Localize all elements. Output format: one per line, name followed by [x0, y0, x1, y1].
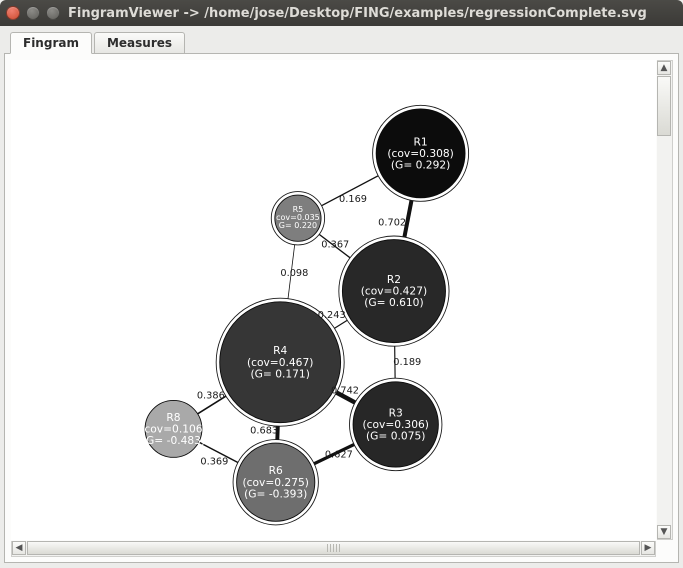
- client-area: Fingram Measures R1(cov=0.308)(G= 0.292)…: [0, 26, 683, 568]
- scroll-right-icon[interactable]: ▶: [641, 541, 655, 555]
- minimize-icon[interactable]: [26, 6, 40, 20]
- node-R4-label2: (G= 0.171): [250, 367, 309, 380]
- edge-label-R1-R2: 0.702: [378, 217, 406, 228]
- edge-label-R5-R4: 0.098: [280, 268, 308, 279]
- node-R1[interactable]: R1(cov=0.308)(G= 0.292): [373, 105, 469, 201]
- maximize-icon[interactable]: [46, 6, 60, 20]
- vscroll-thumb[interactable]: [657, 76, 671, 136]
- edge-label-R4-R8: 0.386: [197, 391, 225, 402]
- vertical-scrollbar[interactable]: ▲ ▼: [657, 60, 673, 540]
- tab-fingram[interactable]: Fingram: [10, 32, 92, 54]
- edge-label-R2-R4: 0.243: [318, 310, 346, 321]
- graph-viewport[interactable]: R1(cov=0.308)(G= 0.292) R2(cov=0.427)(G= …: [11, 60, 656, 540]
- edge-label-R2-R3: 0.189: [393, 357, 421, 368]
- tab-strip: Fingram Measures: [4, 30, 679, 54]
- node-R3-label2: (G= 0.075): [366, 430, 425, 443]
- node-R6-label2: (G= -0.393): [244, 487, 307, 500]
- edge-label-R8-R6: 0.369: [200, 456, 228, 467]
- node-R3[interactable]: R3(cov=0.306)(G= 0.075): [350, 378, 442, 470]
- window-titlebar: FingramViewer -> /home/jose/Desktop/FING…: [0, 0, 683, 26]
- edge-label-R5-R2: 0.367: [321, 240, 349, 251]
- node-R8-label2: (G= -0.483): [142, 434, 205, 447]
- hscroll-thumb[interactable]: [27, 541, 640, 555]
- node-R8[interactable]: R8(cov=0.106)(G= -0.483): [140, 400, 206, 457]
- edge-label-R6-R3: 0.627: [325, 449, 353, 460]
- edge-label-R4-R6: 0.683: [250, 425, 278, 436]
- window-controls: [6, 6, 60, 20]
- node-R2[interactable]: R2(cov=0.427)(G= 0.610): [339, 236, 449, 346]
- tab-measures[interactable]: Measures: [94, 32, 185, 54]
- window-title: FingramViewer -> /home/jose/Desktop/FING…: [68, 6, 647, 21]
- close-icon[interactable]: [6, 6, 20, 20]
- edge-label-R1-R5: 0.169: [339, 194, 367, 205]
- node-R5[interactable]: R5cov=0.035G= 0.220: [271, 192, 324, 245]
- scroll-left-icon[interactable]: ◀: [12, 541, 26, 555]
- tab-panel-fingram: R1(cov=0.308)(G= 0.292) R2(cov=0.427)(G= …: [4, 53, 679, 563]
- horizontal-scrollbar[interactable]: ◀ ▶: [11, 541, 656, 557]
- node-R1-label2: (G= 0.292): [391, 158, 450, 171]
- scroll-up-icon[interactable]: ▲: [657, 61, 671, 75]
- node-R5-label2: G= 0.220: [279, 221, 317, 230]
- node-R6[interactable]: R6(cov=0.275)(G= -0.393): [233, 440, 318, 525]
- fingram-graph: R1(cov=0.308)(G= 0.292) R2(cov=0.427)(G= …: [11, 60, 656, 540]
- scroll-down-icon[interactable]: ▼: [657, 525, 671, 539]
- edge-label-R4-R3: 0.742: [331, 385, 359, 396]
- node-R2-label2: (G= 0.610): [364, 296, 423, 309]
